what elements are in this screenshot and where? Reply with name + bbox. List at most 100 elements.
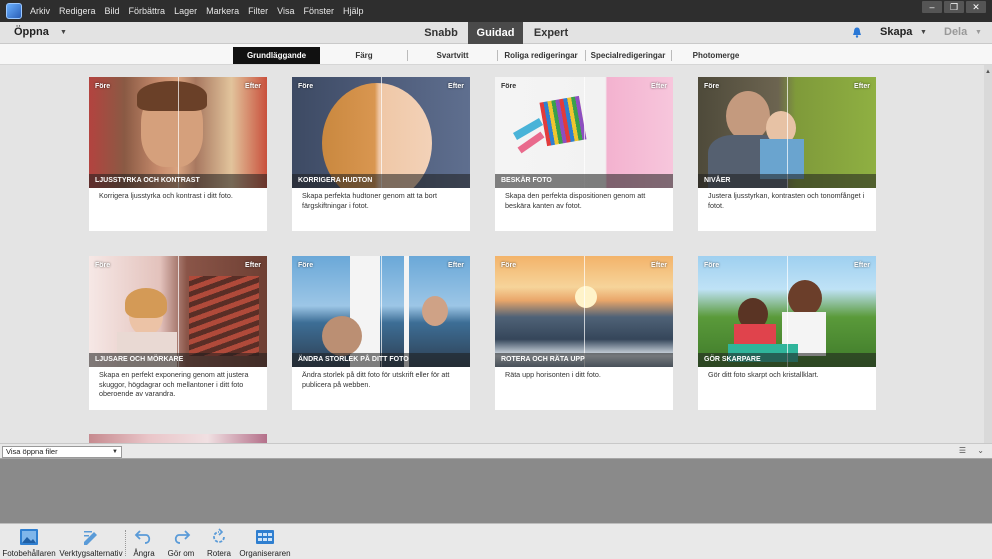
after-label: Efter — [448, 83, 464, 90]
card-title: ROTERA OCH RÄTA UPP — [495, 353, 673, 367]
tab-roliga-redigeringar[interactable]: Roliga redigeringar — [500, 47, 582, 64]
guided-card-brightness-contrast[interactable]: Före Efter LJUSSTYRKA OCH KONTRAST Korri… — [89, 77, 267, 231]
before-label: Före — [704, 83, 720, 90]
before-label: Före — [298, 83, 314, 90]
chevron-down-icon: ▼ — [112, 449, 118, 455]
tab-farg[interactable]: Färg — [330, 47, 398, 64]
photo-bin-icon — [20, 529, 38, 545]
guided-card-levels[interactable]: Före Efter NIVÅER Justera ljusstyrkan, k… — [698, 77, 876, 231]
guided-card-crop[interactable]: Före Efter BESKÄR FOTO Skapa den perfekt… — [495, 77, 673, 231]
redo-button[interactable]: Gör om — [162, 524, 200, 559]
photo-bin-button[interactable]: Fotobehållaren — [0, 524, 58, 559]
card-thumbnail: Före Efter LJUSSTYRKA OCH KONTRAST — [89, 77, 267, 188]
divider — [497, 50, 498, 61]
tab-svartvitt[interactable]: Svartvitt — [415, 47, 490, 64]
create-button[interactable]: Skapa — [880, 26, 912, 38]
guided-category-tabs: Grundläggande Färg Svartvitt Roliga redi… — [0, 44, 992, 65]
card-description: Korrigera ljusstyrka och kontrast i ditt… — [99, 191, 233, 200]
bell-icon[interactable] — [852, 27, 862, 38]
before-label: Före — [501, 83, 517, 90]
content-scrollbar[interactable]: ▲ — [984, 65, 992, 443]
guided-card-shadows-highlights[interactable]: Före Efter LJUSARE OCH MÖRKARE Skapa en … — [89, 256, 267, 410]
after-label: Efter — [854, 262, 870, 269]
card-thumbnail: Före Efter BESKÄR FOTO — [495, 77, 673, 188]
card-thumbnail: Före Efter KORRIGERA HUDTON — [292, 77, 470, 188]
card-thumbnail: Före Efter ROTERA OCH RÄTA UPP — [495, 256, 673, 367]
card-thumbnail: Före Efter NIVÅER — [698, 77, 876, 188]
minimize-button[interactable]: – — [922, 1, 942, 13]
card-description: Justera ljusstyrkan, kontrasten och tono… — [708, 191, 865, 210]
tool-options-button[interactable]: Verktygsalternativ — [58, 524, 124, 559]
undo-icon — [134, 530, 151, 544]
menu-redigera[interactable]: Redigera — [59, 6, 96, 16]
bottom-label: Gör om — [167, 549, 195, 558]
tab-guidad[interactable]: Guidad — [468, 22, 523, 44]
card-title: KORRIGERA HUDTON — [292, 174, 470, 188]
card-title: LJUSARE OCH MÖRKARE — [89, 353, 267, 367]
chevron-down-icon[interactable]: ▼ — [975, 29, 982, 36]
tool-options-icon — [84, 531, 97, 545]
before-label: Före — [298, 262, 314, 269]
after-label: Efter — [651, 83, 667, 90]
menu-lager[interactable]: Lager — [174, 6, 197, 16]
menu-hjalp[interactable]: Hjälp — [343, 6, 364, 16]
guided-card-rotate-straighten[interactable]: Före Efter ROTERA OCH RÄTA UPP Räta upp … — [495, 256, 673, 410]
guided-card-resize[interactable]: Före Efter ÄNDRA STORLEK PÅ DITT FOTO Än… — [292, 256, 470, 410]
guided-card-sharpen[interactable]: Före Efter GÖR SKARPARE Gör ditt foto sk… — [698, 256, 876, 410]
scroll-up-icon[interactable]: ▲ — [985, 69, 991, 75]
after-label: Efter — [448, 262, 464, 269]
tab-specialredigeringar[interactable]: Specialredigeringar — [588, 47, 668, 64]
tab-photomerge[interactable]: Photomerge — [680, 47, 752, 64]
after-label: Efter — [854, 83, 870, 90]
guided-card-skin-tone[interactable]: Före Efter KORRIGERA HUDTON Skapa perfek… — [292, 77, 470, 231]
bottom-taskbar: Fotobehållaren Verktygsalternativ Ångra … — [0, 523, 992, 558]
restore-button[interactable]: ❐ — [944, 1, 964, 13]
tab-expert[interactable]: Expert — [526, 22, 576, 44]
card-description: Räta upp horisonten i ditt foto. — [505, 370, 601, 379]
organizer-button[interactable]: Organiseraren — [238, 524, 292, 559]
before-label: Före — [501, 262, 517, 269]
card-thumbnail: Före Efter LJUSARE OCH MÖRKARE — [89, 256, 267, 367]
menu-bild[interactable]: Bild — [105, 6, 120, 16]
chevron-down-icon[interactable]: ▼ — [920, 29, 927, 36]
menu-arkiv[interactable]: Arkiv — [30, 6, 50, 16]
before-label: Före — [95, 262, 111, 269]
app-logo-icon — [6, 3, 22, 19]
tab-snabb[interactable]: Snabb — [417, 22, 465, 44]
guided-card-partial[interactable] — [89, 434, 267, 443]
open-button[interactable]: Öppna — [14, 26, 49, 38]
menu-markera[interactable]: Markera — [206, 6, 239, 16]
chevron-down-icon[interactable]: ⌄ — [977, 446, 984, 455]
photo-bin — [0, 459, 992, 523]
menu-fonster[interactable]: Fönster — [303, 6, 334, 16]
close-button[interactable]: ✕ — [966, 1, 986, 13]
select-value: Visa öppna filer — [6, 447, 58, 456]
card-title: ÄNDRA STORLEK PÅ DITT FOTO — [292, 353, 470, 367]
guided-edits-grid: Före Efter LJUSSTYRKA OCH KONTRAST Korri… — [0, 65, 992, 443]
tab-grundlaggande[interactable]: Grundläggande — [233, 47, 320, 64]
share-button[interactable]: Dela — [944, 26, 967, 38]
card-title: BESKÄR FOTO — [495, 174, 673, 188]
menu-forbattra[interactable]: Förbättra — [129, 6, 166, 16]
card-description: Skapa den perfekta dispositionen genom a… — [505, 191, 646, 210]
menu-filter[interactable]: Filter — [248, 6, 268, 16]
rotate-button[interactable]: Rotera — [200, 524, 238, 559]
bottom-label: Organiseraren — [239, 549, 291, 558]
card-title: NIVÅER — [698, 174, 876, 188]
before-after-divider — [584, 256, 585, 367]
undo-button[interactable]: Ångra — [126, 524, 162, 559]
after-label: Efter — [651, 262, 667, 269]
menu-visa[interactable]: Visa — [277, 6, 294, 16]
rotate-icon — [213, 528, 225, 543]
before-after-divider — [178, 77, 179, 188]
chevron-down-icon[interactable]: ▼ — [60, 29, 67, 36]
before-after-divider — [787, 256, 788, 367]
card-title: LJUSSTYRKA OCH KONTRAST — [89, 174, 267, 188]
list-options-icon[interactable]: ☰ — [959, 446, 966, 455]
before-label: Före — [704, 262, 720, 269]
mode-bar: Öppna ▼ Snabb Guidad Expert Skapa ▼ Dela… — [0, 22, 992, 44]
divider — [585, 50, 586, 61]
bottom-label: Fotobehållaren — [2, 549, 56, 558]
show-open-files-select[interactable]: Visa öppna filer ▼ — [2, 446, 122, 458]
before-label: Före — [95, 83, 111, 90]
